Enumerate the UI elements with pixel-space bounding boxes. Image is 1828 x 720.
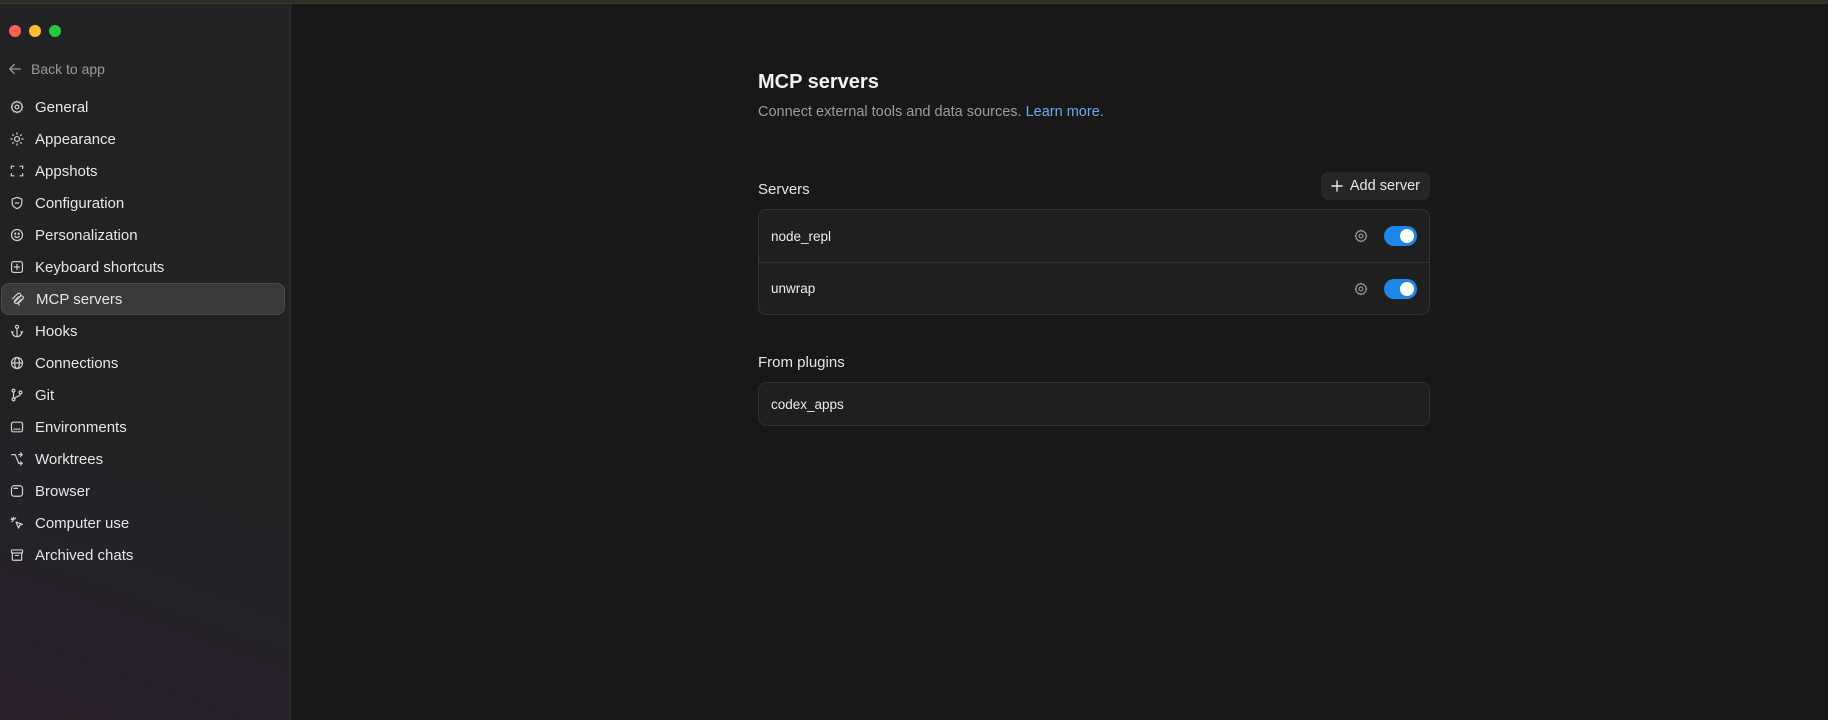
sidebar-item-general[interactable]: General [0, 91, 287, 123]
sidebar-item-mcp-servers[interactable]: MCP servers [1, 283, 285, 315]
add-server-button[interactable]: Add server [1320, 172, 1430, 200]
browser-icon [10, 484, 24, 498]
sidebar-item-label: Computer use [35, 514, 130, 532]
sidebar-item-label: Hooks [35, 322, 78, 340]
subtitle-text: Connect external tools and data sources. [758, 104, 1022, 120]
server-name: node_repl [771, 228, 832, 244]
sidebar-item-label: Archived chats [35, 546, 134, 564]
maximize-window-button[interactable] [49, 25, 61, 37]
gear-icon[interactable] [1354, 229, 1368, 243]
sidebar-item-label: MCP servers [36, 290, 123, 308]
close-window-button[interactable] [9, 25, 21, 37]
globe-icon [10, 356, 24, 370]
anchor-icon [10, 324, 24, 338]
server-enabled-toggle[interactable] [1384, 278, 1417, 299]
shield-icon [10, 196, 24, 210]
sidebar-item-hooks[interactable]: Hooks [0, 315, 287, 347]
sidebar-item-label: Appshots [35, 162, 98, 180]
plugins-section-label: From plugins [758, 354, 845, 371]
gear-icon[interactable] [1354, 282, 1368, 296]
mcp-icon [11, 292, 25, 306]
branch-icon [10, 388, 24, 402]
server-row-node-repl: node_repl [759, 210, 1429, 262]
server-enabled-toggle[interactable] [1384, 226, 1417, 246]
plugins-list: codex_apps [758, 382, 1430, 426]
add-server-label: Add server [1349, 178, 1420, 194]
settings-sidebar: Back to app General Appearance Appshots … [0, 4, 291, 720]
minimize-window-button[interactable] [29, 25, 41, 37]
sidebar-item-appshots[interactable]: Appshots [0, 155, 287, 187]
sidebar-item-label: Connections [35, 354, 119, 372]
sidebar-item-configuration[interactable]: Configuration [0, 187, 287, 219]
window-controls [9, 25, 61, 37]
sidebar-item-label: Configuration [35, 194, 125, 212]
keyboard-icon [10, 260, 24, 274]
worktree-icon [10, 452, 24, 466]
back-to-app-label: Back to app [31, 61, 105, 77]
servers-section-label: Servers [758, 181, 810, 198]
toggle-knob [1400, 229, 1414, 243]
sidebar-item-label: Browser [35, 482, 91, 500]
sidebar-item-personalization[interactable]: Personalization [0, 219, 287, 251]
archive-icon [10, 548, 24, 562]
back-to-app-link[interactable]: Back to app [8, 58, 105, 80]
plugin-row-codex-apps[interactable]: codex_apps [759, 383, 1429, 425]
server-name: unwrap [771, 281, 816, 296]
cursor-click-icon [10, 516, 24, 530]
sidebar-item-connections[interactable]: Connections [0, 347, 287, 379]
toggle-knob [1400, 281, 1414, 296]
sidebar-item-label: Personalization [35, 226, 138, 244]
sidebar-item-archived-chats[interactable]: Archived chats [0, 539, 287, 571]
screenshot-icon [10, 164, 24, 178]
plugin-name: codex_apps [771, 396, 844, 412]
smiley-icon [10, 228, 24, 242]
sun-icon [10, 132, 24, 146]
settings-main: MCP servers Connect external tools and d… [292, 4, 1828, 720]
gear-icon [10, 100, 24, 114]
servers-list: node_repl unwrap [758, 209, 1430, 315]
sidebar-item-computer-use[interactable]: Computer use [0, 507, 287, 539]
page-subtitle: Connect external tools and data sources.… [758, 104, 1104, 120]
learn-more-link[interactable]: Learn more. [1026, 104, 1104, 120]
sidebar-item-label: Worktrees [35, 450, 104, 468]
sidebar-item-label: General [35, 98, 89, 116]
sidebar-item-worktrees[interactable]: Worktrees [0, 443, 287, 475]
settings-nav: General Appearance Appshots Configuratio… [0, 91, 287, 571]
sidebar-item-label: Keyboard shortcuts [35, 258, 165, 276]
arrow-left-icon [9, 63, 21, 75]
sidebar-item-keyboard-shortcuts[interactable]: Keyboard shortcuts [0, 251, 287, 283]
sidebar-item-appearance[interactable]: Appearance [0, 123, 287, 155]
sidebar-item-browser[interactable]: Browser [0, 475, 287, 507]
sidebar-item-label: Appearance [35, 130, 116, 148]
monitor-icon [10, 420, 24, 434]
sidebar-item-environments[interactable]: Environments [0, 411, 287, 443]
sidebar-item-label: Environments [35, 418, 127, 436]
plus-icon [1331, 180, 1343, 192]
sidebar-item-git[interactable]: Git [0, 379, 287, 411]
server-row-unwrap: unwrap [759, 262, 1429, 314]
sidebar-item-label: Git [35, 386, 55, 404]
page-title: MCP servers [758, 71, 879, 93]
